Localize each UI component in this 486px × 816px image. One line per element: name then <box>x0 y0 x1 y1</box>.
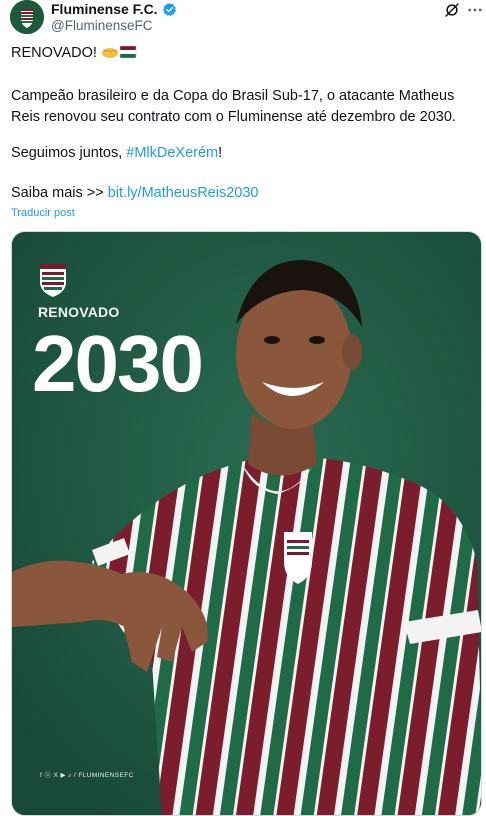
flag-emoji-icon <box>119 45 137 63</box>
name-row: Fluminense F.C. <box>51 1 177 17</box>
translate-post-link[interactable]: Traducir post <box>11 207 75 219</box>
post-text-line-renovado: RENOVADO! <box>11 45 137 63</box>
avatar[interactable] <box>10 0 44 34</box>
handshake-emoji-icon <box>101 45 119 63</box>
more-icon[interactable] <box>466 1 484 19</box>
post-text-body: Campeão brasileiro e da Copa do Brasil S… <box>11 88 456 125</box>
display-name[interactable]: Fluminense F.C. <box>51 1 158 17</box>
grok-icon[interactable] <box>443 1 461 19</box>
hashtag-link[interactable]: #MlkDeXerém <box>126 145 218 161</box>
media-year: 2030 <box>32 319 204 408</box>
saiba-prefix: Saiba mais >> <box>11 185 108 201</box>
juntos-suffix: ! <box>218 145 223 161</box>
post-header: Fluminense F.C. @FluminenseFC <box>0 0 486 40</box>
fluminense-crest-icon <box>40 264 66 297</box>
verified-badge-icon <box>162 2 176 16</box>
handle[interactable]: @FluminenseFC <box>51 18 152 33</box>
external-link[interactable]: bit.ly/MatheusReis2030 <box>108 185 259 201</box>
juntos-prefix: Seguimos juntos, <box>11 145 127 161</box>
post-media-image[interactable]: RENOVADO 2030 f ⓞ X ▶ ♪ / FLUMINENSEFC <box>11 231 482 816</box>
post-text-saiba: Saiba mais >> bit.ly/MatheusReis2030 <box>11 185 258 201</box>
renovado-text: RENOVADO! <box>11 45 101 61</box>
post-text-juntos: Seguimos juntos, #MlkDeXerém! <box>11 145 222 161</box>
media-social-footer: f ⓞ X ▶ ♪ / FLUMINENSEFC <box>40 772 134 779</box>
